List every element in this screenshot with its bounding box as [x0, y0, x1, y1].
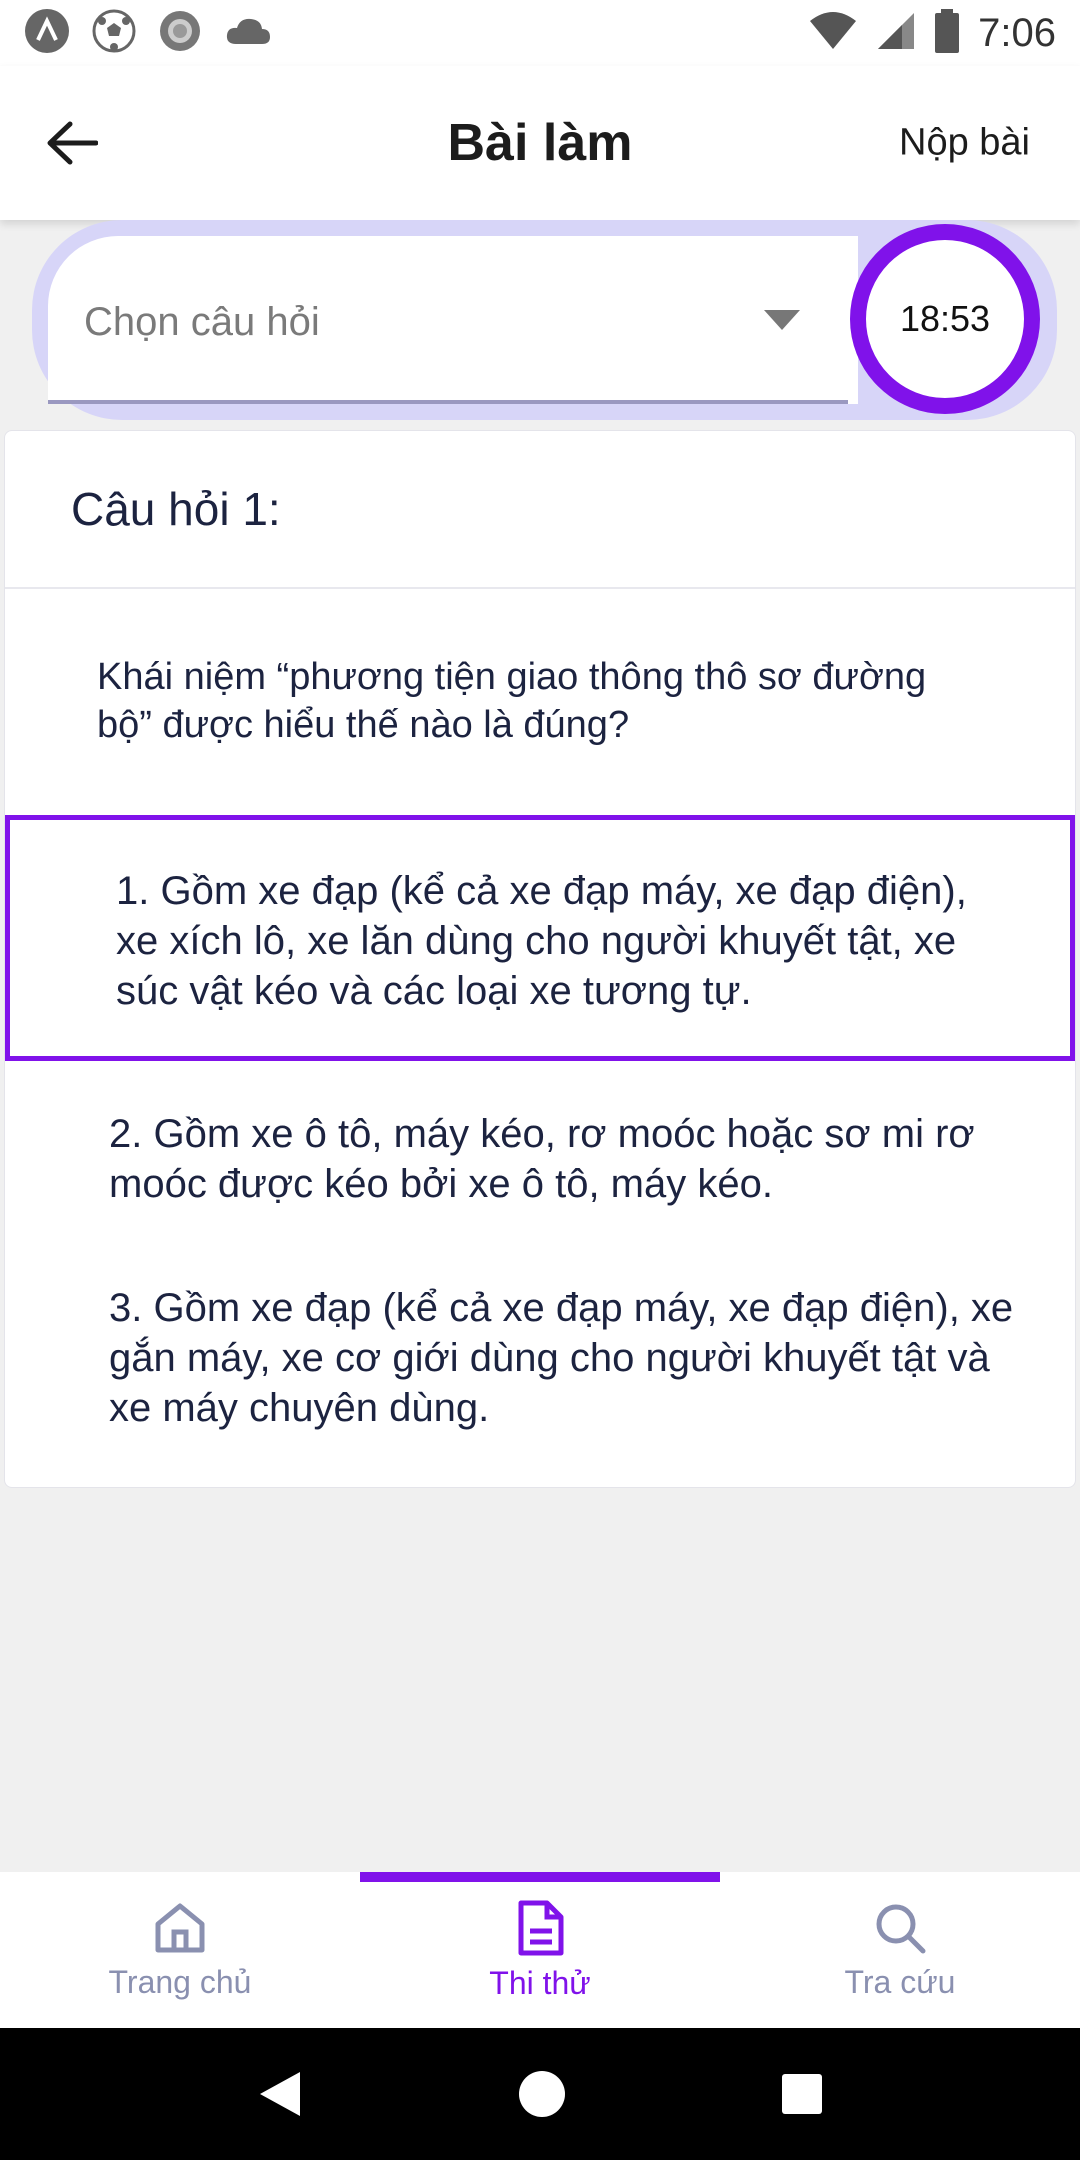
status-bar: 7:06: [0, 0, 1080, 66]
selector-underline: [48, 400, 848, 404]
nav-label-home: Trang chủ: [108, 1963, 252, 2000]
status-right-icons: 7:06: [808, 8, 1056, 58]
back-triangle-icon[interactable]: [256, 2068, 304, 2120]
home-circle-icon[interactable]: [517, 2069, 567, 2119]
answer-option-label: 2. Gồm xe ô tô, máy kéo, rơ moóc hoặc sơ…: [109, 1112, 975, 1206]
nav-item-home[interactable]: Trang chủ: [0, 1872, 360, 2028]
status-left-icons: [24, 8, 272, 59]
answer-option-label: 3. Gồm xe đạp (kể cả xe đạp máy, xe đạp …: [109, 1286, 1014, 1430]
screen: 7:06 Bài làm Nộp bài Chọn câu hỏi 18:53 …: [0, 0, 1080, 2160]
nav-label-test: Thi thử: [489, 1964, 591, 2001]
document-icon: [518, 1900, 564, 1955]
soccer-ball-icon: [92, 9, 136, 58]
answer-option-label: 1. Gồm xe đạp (kể cả xe đạp máy, xe đạp …: [116, 869, 967, 1013]
question-text: Khái niệm “phương tiện giao thông thô sơ…: [97, 656, 927, 746]
nav-label-search: Tra cứu: [844, 1963, 956, 2000]
cloud-icon: [224, 14, 272, 53]
question-select-placeholder: Chọn câu hỏi: [84, 300, 320, 344]
answer-option-3[interactable]: 3. Gồm xe đạp (kể cả xe đạp máy, xe đạp …: [5, 1261, 1075, 1481]
nav-item-test[interactable]: Thi thử: [360, 1872, 720, 2028]
answer-option-2[interactable]: 2. Gồm xe ô tô, máy kéo, rơ moóc hoặc sơ…: [5, 1071, 1075, 1251]
answer-option-1[interactable]: 1. Gồm xe đạp (kể cả xe đạp máy, xe đạp …: [5, 815, 1075, 1061]
timer-value: 18:53: [899, 298, 991, 339]
chevron-down-icon[interactable]: [764, 310, 800, 330]
question-number: Câu hỏi 1:: [5, 431, 1075, 589]
question-card: Câu hỏi 1: Khái niệm “phương tiện giao t…: [4, 430, 1076, 1488]
countdown-timer: 18:53: [850, 224, 1040, 414]
home-icon: [155, 1903, 205, 1952]
search-icon: [876, 1904, 926, 1953]
active-tab-indicator: [360, 1872, 720, 1882]
recents-square-icon[interactable]: [780, 2072, 824, 2116]
app-bar: Bài làm Nộp bài: [0, 66, 1080, 220]
circle-record-icon: [158, 9, 202, 58]
system-nav-bar: [0, 2028, 1080, 2160]
wifi-icon: [808, 11, 858, 56]
bottom-nav: Trang chủ Thi thử Tra cứu: [0, 1872, 1080, 2028]
app-a-icon: [24, 8, 70, 59]
nav-item-search[interactable]: Tra cứu: [720, 1872, 1080, 2028]
submit-button[interactable]: Nộp bài: [899, 122, 1030, 165]
battery-icon: [934, 8, 960, 58]
cell-signal-icon: [876, 11, 916, 56]
status-time: 7:06: [978, 10, 1056, 55]
